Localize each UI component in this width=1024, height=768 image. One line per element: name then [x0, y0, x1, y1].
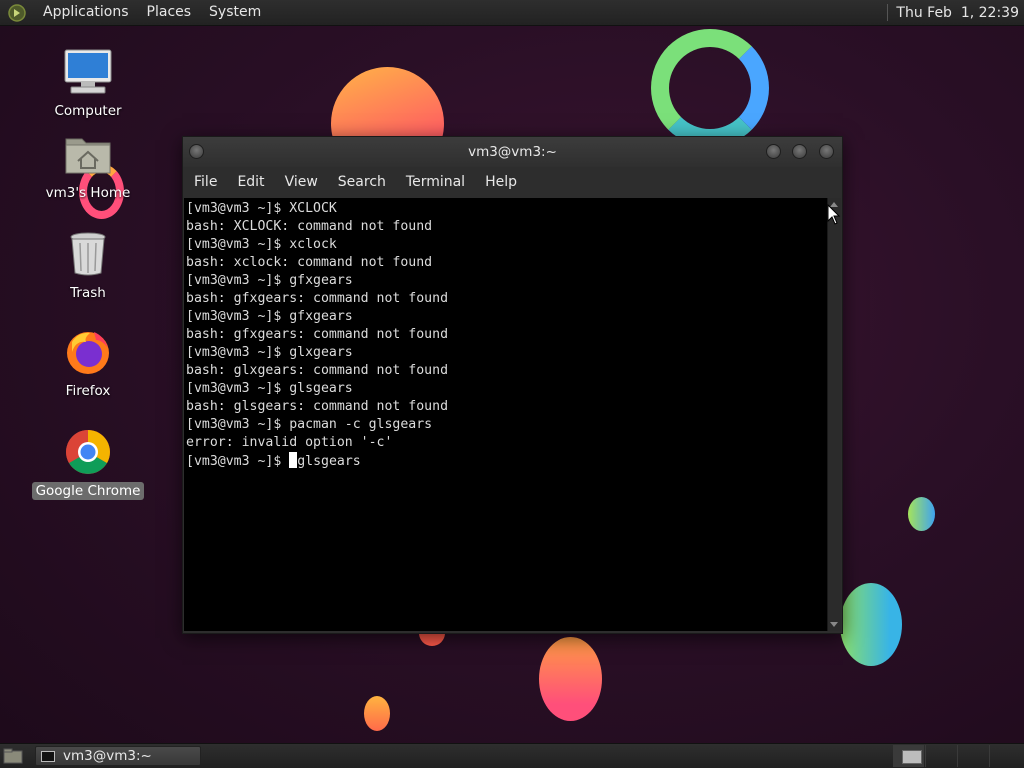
computer-icon — [62, 46, 114, 98]
places-menu[interactable]: Places — [138, 0, 201, 25]
wallpaper-green-ring — [651, 29, 769, 147]
terminal-line: bash: glxgears: command not found — [186, 363, 449, 378]
clock[interactable]: Thu Feb 1, 22:39 — [896, 5, 1024, 21]
taskbar-window-label: vm3@vm3:~ — [63, 748, 152, 764]
wallpaper-blue-green-circle — [840, 583, 902, 666]
terminal-line: bash: XCLOCK: command not found — [186, 219, 433, 234]
desktop-icon-trash[interactable]: Trash — [33, 228, 143, 302]
terminal-prompt: [vm3@vm3 ~]$ — [186, 454, 290, 469]
terminal-line: [vm3@vm3 ~]$ glsgears — [186, 381, 353, 396]
terminal-line: bash: xclock: command not found — [186, 255, 433, 270]
top-panel: Applications Places System Thu Feb 1, 22… — [0, 0, 1024, 26]
desktop-icon-label: Google Chrome — [31, 482, 145, 500]
desktop-icon-computer[interactable]: Computer — [33, 46, 143, 120]
terminal-line: bash: gfxgears: command not found — [186, 327, 449, 342]
terminal-line: [vm3@vm3 ~]$ XCLOCK — [186, 201, 337, 216]
taskbar-window-button[interactable]: vm3@vm3:~ — [35, 746, 201, 766]
firefox-icon — [62, 326, 114, 378]
wallpaper-small-blue-circle — [908, 497, 935, 531]
bottom-panel: vm3@vm3:~ — [0, 743, 1024, 768]
workspace-4[interactable] — [989, 745, 1020, 767]
menu-view[interactable]: View — [275, 174, 328, 190]
desktop-icon-label: Computer — [54, 103, 122, 119]
desktop-icon-label: vm3's Home — [45, 185, 131, 201]
desktop-icon-label: Firefox — [65, 383, 111, 399]
minimize-button[interactable] — [766, 144, 781, 159]
close-button[interactable] — [819, 144, 834, 159]
terminal-line: [vm3@vm3 ~]$ gfxgears — [186, 273, 353, 288]
panel-separator — [887, 4, 889, 21]
window-title: vm3@vm3:~ — [468, 144, 557, 160]
desktop: Applications Places System Thu Feb 1, 22… — [0, 0, 1024, 768]
menu-file[interactable]: File — [183, 174, 227, 190]
mouse-pointer-icon — [827, 204, 841, 225]
terminal-output[interactable]: [vm3@vm3 ~]$ XCLOCK bash: XCLOCK: comman… — [184, 198, 827, 631]
workspace-2[interactable] — [925, 745, 956, 767]
menu-help[interactable]: Help — [475, 174, 527, 190]
applications-menu[interactable]: Applications — [34, 0, 138, 25]
scroll-down-arrow-icon[interactable] — [830, 622, 838, 627]
terminal-input-line[interactable]: [vm3@vm3 ~]$ glsgears — [186, 452, 827, 470]
home-folder-icon — [62, 128, 114, 180]
chrome-icon — [62, 426, 114, 478]
terminal-line: [vm3@vm3 ~]$ gfxgears — [186, 309, 353, 324]
show-desktop-icon[interactable] — [3, 748, 23, 764]
maximize-button[interactable] — [792, 144, 807, 159]
menu-edit[interactable]: Edit — [227, 174, 274, 190]
desktop-icon-label: Trash — [70, 285, 106, 301]
menu-terminal[interactable]: Terminal — [396, 174, 475, 190]
desktop-icon-chrome[interactable]: Google Chrome — [31, 426, 145, 500]
workspace-1[interactable] — [893, 745, 924, 767]
terminal-line: [vm3@vm3 ~]$ glxgears — [186, 345, 353, 360]
terminal-line: error: invalid option '-c' — [186, 435, 393, 450]
system-menu[interactable]: System — [200, 0, 270, 25]
desktop-icon-home[interactable]: vm3's Home — [33, 128, 143, 202]
wallpaper-pink-circle — [539, 637, 602, 721]
terminal-line: [vm3@vm3 ~]$ pacman -c glsgears — [186, 417, 433, 432]
trash-icon — [62, 228, 114, 280]
terminal-icon — [41, 750, 55, 762]
window-titlebar[interactable]: vm3@vm3:~ — [183, 137, 842, 167]
desktop-icon-firefox[interactable]: Firefox — [33, 326, 143, 400]
terminal-line: bash: gfxgears: command not found — [186, 291, 449, 306]
terminal-window[interactable]: vm3@vm3:~ File Edit View Search Terminal… — [182, 136, 843, 634]
terminal-input[interactable]: glsgears — [297, 454, 361, 469]
terminal-scrollbar[interactable] — [827, 198, 841, 631]
distro-logo-icon[interactable] — [8, 3, 26, 22]
terminal-menubar: File Edit View Search Terminal Help — [183, 167, 842, 197]
terminal-line: bash: glsgears: command not found — [186, 399, 449, 414]
workspace-3[interactable] — [957, 745, 988, 767]
terminal-line: [vm3@vm3 ~]$ xclock — [186, 237, 337, 252]
wallpaper-small-orange-circle — [364, 696, 390, 731]
menu-search[interactable]: Search — [328, 174, 396, 190]
